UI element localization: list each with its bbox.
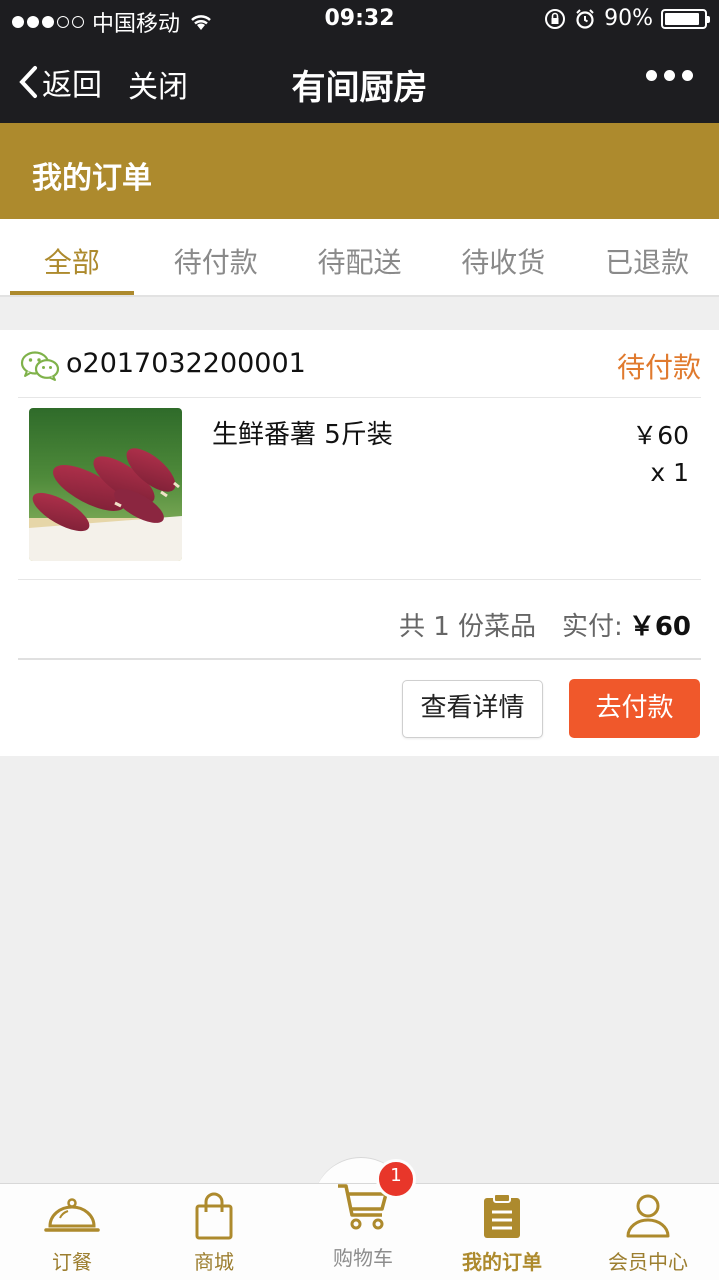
- paid-amount: ￥60: [628, 612, 691, 642]
- order-summary: 共 1 份菜品 实付: ￥60: [18, 580, 701, 660]
- order-actions: 查看详情 去付款: [0, 660, 719, 756]
- nav-bar: 返回 关闭 有间厨房: [0, 40, 719, 123]
- battery-icon: [661, 8, 710, 29]
- tabbar-item-cart[interactable]: 购物车: [298, 1184, 428, 1280]
- order-card: o2017032200001 待付款 生鲜番薯 5斤装 ￥60 x 1 共 1 …: [0, 330, 719, 756]
- view-details-button[interactable]: 查看详情: [402, 680, 543, 738]
- tab-pending-payment[interactable]: 待付款: [144, 219, 288, 295]
- product-image[interactable]: [29, 408, 182, 561]
- tabbar-label: 我的订单: [462, 1250, 542, 1274]
- product-quantity: x 1: [650, 458, 689, 487]
- status-bar: 中国移动 09:32 90%: [0, 0, 719, 40]
- cloche-icon: [44, 1198, 100, 1232]
- tabbar-item-member-center[interactable]: 会员中心: [583, 1184, 713, 1280]
- tab-pending-receipt[interactable]: 待收货: [431, 219, 575, 295]
- more-dot-icon: [664, 70, 675, 81]
- tabbar-label: 订餐: [52, 1250, 92, 1274]
- order-header: o2017032200001 待付款: [18, 330, 701, 398]
- more-menu-button[interactable]: [646, 70, 693, 81]
- tab-all[interactable]: 全部: [0, 219, 144, 295]
- tab-pending-delivery[interactable]: 待配送: [288, 219, 432, 295]
- tabbar-label: 购物车: [333, 1246, 393, 1270]
- bottom-tab-bar: 订餐 商城 购物车 我的订单 会员中心: [0, 1183, 719, 1280]
- more-dot-icon: [646, 70, 657, 81]
- order-status: 待付款: [616, 351, 701, 384]
- product-name: 生鲜番薯 5斤装: [212, 420, 393, 450]
- shopping-bag-icon: [195, 1192, 233, 1240]
- alarm-icon: [576, 8, 594, 29]
- orientation-lock-icon: [545, 8, 566, 29]
- tabbar-label: 会员中心: [608, 1250, 688, 1274]
- battery-percent: 90%: [604, 6, 653, 31]
- order-filter-tabs: 全部 待付款 待配送 待收货 已退款: [0, 219, 719, 297]
- order-number: o2017032200001: [66, 348, 306, 379]
- user-icon: [626, 1194, 670, 1238]
- tab-refunded[interactable]: 已退款: [575, 219, 719, 295]
- cart-count-badge: 1: [376, 1159, 416, 1199]
- status-right: 90%: [544, 6, 710, 31]
- order-list-icon: [484, 1193, 520, 1238]
- order-item[interactable]: 生鲜番薯 5斤装 ￥60 x 1: [18, 398, 701, 580]
- paid-label: 实付:: [562, 612, 623, 642]
- wechat-icon: [20, 351, 60, 381]
- section-title: 我的订单: [32, 161, 152, 196]
- tabbar-item-order-food[interactable]: 订餐: [7, 1184, 137, 1280]
- product-price: ￥60: [632, 421, 689, 450]
- tabbar-label: 商城: [194, 1250, 234, 1274]
- item-count: 共 1 份菜品: [398, 612, 537, 642]
- section-header: 我的订单: [0, 123, 719, 219]
- more-dot-icon: [682, 70, 693, 81]
- tabbar-item-mall[interactable]: 商城: [149, 1184, 279, 1280]
- page-title: 有间厨房: [291, 68, 428, 108]
- pay-button[interactable]: 去付款: [569, 679, 700, 738]
- tabbar-item-my-orders[interactable]: 我的订单: [437, 1184, 567, 1280]
